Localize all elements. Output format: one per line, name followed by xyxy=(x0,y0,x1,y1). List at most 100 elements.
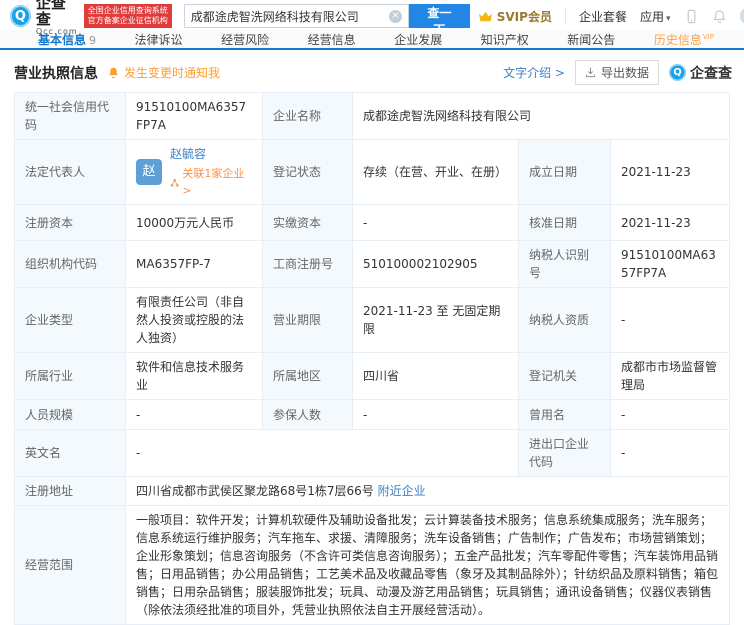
chevron-down-icon: ▾ xyxy=(665,13,671,24)
taxpayer-id-label: 纳税人识别号 xyxy=(518,240,611,288)
biz-scope-value: 一般项目：软件开发；计算机软硬件及辅助设备批发；云计算装备技术服务；信息系统集成… xyxy=(125,505,730,625)
top-nav: SVIP会员 企业套餐 应用 ▾ xyxy=(478,7,744,25)
reg-capital-value: 10000万元人民币 xyxy=(125,204,263,241)
reg-address-label: 注册地址 xyxy=(14,476,126,506)
former-name-label: 曾用名 xyxy=(518,399,611,430)
tab-label: 企业发展 xyxy=(394,32,443,47)
taxpayer-qual-value: - xyxy=(610,287,730,353)
tab-history-info[interactable]: 历史信息VIP xyxy=(654,31,714,48)
table-row: 组织机构代码 MA6357FP-7 工商注册号 510100002102905 … xyxy=(14,240,730,288)
table-row: 统一社会信用代码 91510100MA6357FP7A 企业名称 成都途虎智洗网… xyxy=(14,92,730,140)
legal-rep-cell: 赵 赵毓容 关联1家企业 > xyxy=(125,139,263,205)
import-export-code-label: 进出口企业代码 xyxy=(518,429,611,477)
reg-address-value: 四川省成都市武侯区聚龙路68号1栋7层66号 xyxy=(136,484,374,498)
legal-rep-label: 法定代表人 xyxy=(14,139,126,205)
paid-capital-label: 实缴资本 xyxy=(262,204,353,241)
qcc-logo-icon: Q xyxy=(10,5,31,27)
reg-address-cell: 四川省成都市武侯区聚龙路68号1栋7层66号 附近企业 xyxy=(125,476,730,506)
table-row: 法定代表人 赵 赵毓容 关联1家企业 > 登记状态 存续（在营、开业、在册） 成… xyxy=(14,139,730,205)
link-network-icon xyxy=(170,178,179,187)
tab-label: 法律诉讼 xyxy=(134,32,183,47)
tab-label: 经营风险 xyxy=(221,32,270,47)
qcc-watermark-text: 企查查 xyxy=(690,65,732,82)
credit-code-value: 91510100MA6357FP7A xyxy=(125,92,263,140)
english-name-label: 英文名 xyxy=(14,429,126,477)
svip-label: SVIP会员 xyxy=(496,9,552,24)
table-row: 注册地址 四川省成都市武侯区聚龙路68号1栋7层66号 附近企业 xyxy=(14,476,730,506)
business-license-table: 统一社会信用代码 91510100MA6357FP7A 企业名称 成都途虎智洗网… xyxy=(14,92,730,625)
tab-company-development[interactable]: 企业发展 xyxy=(394,31,442,48)
table-row: 企业类型 有限责任公司（非自然人投资或控股的法人独资） 营业期限 2021-11… xyxy=(14,287,730,353)
table-row: 人员规模 - 参保人数 - 曾用名 - xyxy=(14,399,730,430)
apps-menu[interactable]: 应用 ▾ xyxy=(640,8,671,25)
search-box[interactable]: × xyxy=(183,4,409,28)
nav-divider xyxy=(564,9,566,23)
tab-label: 新闻公告 xyxy=(567,32,616,47)
search-button[interactable]: 查一下 xyxy=(408,4,470,37)
legal-rep-name-link[interactable]: 赵毓容 xyxy=(170,147,206,161)
tab-news-announcements[interactable]: 新闻公告 xyxy=(567,31,615,48)
company-name-value: 成都途虎智洗网络科技有限公司 xyxy=(352,92,730,140)
tab-label: 基本信息 xyxy=(38,32,87,47)
bell-icon[interactable] xyxy=(712,9,727,24)
tab-label: 知识产权 xyxy=(480,32,529,47)
industry-label: 所属行业 xyxy=(14,352,126,400)
notify-label: 发生变更时通知我 xyxy=(124,66,221,80)
nearby-companies-link[interactable]: 附近企业 xyxy=(378,484,426,498)
qcc-watermark: Q 企查查 xyxy=(669,63,732,83)
tab-operation-risk[interactable]: 经营风险 xyxy=(221,31,269,48)
svip-link[interactable]: SVIP会员 xyxy=(478,8,552,25)
staff-size-value: - xyxy=(125,399,263,430)
vip-tag: VIP xyxy=(702,32,714,41)
import-export-code-value: - xyxy=(610,429,730,477)
biz-reg-no-label: 工商注册号 xyxy=(262,240,353,288)
table-row: 经营范围 一般项目：软件开发；计算机软硬件及辅助设备批发；云计算装备技术服务；信… xyxy=(14,505,730,625)
tab-label: 历史信息 xyxy=(653,32,702,47)
approval-date-value: 2021-11-23 xyxy=(610,204,730,241)
search-area: × 查一下 xyxy=(183,4,470,37)
company-type-value: 有限责任公司（非自然人投资或控股的法人独资） xyxy=(125,287,263,353)
tab-legal-litigation[interactable]: 法律诉讼 xyxy=(135,31,183,48)
table-row: 英文名 - 进出口企业代码 - xyxy=(14,429,730,477)
org-code-label: 组织机构代码 xyxy=(14,240,126,288)
staff-size-label: 人员规模 xyxy=(14,399,126,430)
tab-operation-info[interactable]: 经营信息 xyxy=(308,31,356,48)
reg-capital-label: 注册资本 xyxy=(14,204,126,241)
credential-badge: 全国企业信用查询系统 官方备案企业征信机构 xyxy=(83,4,172,28)
export-data-button[interactable]: 导出数据 xyxy=(574,60,659,85)
text-intro-link[interactable]: 文字介绍 > xyxy=(503,64,565,81)
english-name-value: - xyxy=(125,429,519,477)
paid-capital-value: - xyxy=(352,204,519,241)
insured-count-label: 参保人数 xyxy=(262,399,353,430)
section-title: 营业执照信息 xyxy=(14,65,98,82)
tab-label: 经营信息 xyxy=(307,32,356,47)
logo-name: 企查查 xyxy=(35,0,66,28)
badge-line2: 官方备案企业征信机构 xyxy=(87,16,168,25)
license-section-header: 营业执照信息 发生变更时通知我 文字介绍 > 导出数据 Q 企查查 xyxy=(0,50,744,92)
credit-code-label: 统一社会信用代码 xyxy=(14,92,126,140)
clear-icon[interactable]: × xyxy=(388,9,402,23)
table-row: 注册资本 10000万元人民币 实缴资本 - 核准日期 2021-11-23 xyxy=(14,204,730,241)
insured-count-value: - xyxy=(352,399,519,430)
biz-term-label: 营业期限 xyxy=(262,287,353,353)
reg-authority-value: 成都市市场监督管理局 xyxy=(610,352,730,400)
company-type-label: 企业类型 xyxy=(14,287,126,353)
biz-reg-no-value: 510100002102905 xyxy=(352,240,519,288)
tab-basic-info[interactable]: 基本信息 9 xyxy=(38,31,96,48)
user-avatar[interactable] xyxy=(739,7,744,25)
change-notify-link[interactable]: 发生变更时通知我 xyxy=(107,64,220,81)
org-code-value: MA6357FP-7 xyxy=(125,240,263,288)
industry-value: 软件和信息技术服务业 xyxy=(125,352,263,400)
approval-date-label: 核准日期 xyxy=(518,204,611,241)
tab-intellectual-property[interactable]: 知识产权 xyxy=(481,31,529,48)
enterprise-package-link[interactable]: 企业套餐 xyxy=(579,8,627,25)
download-icon xyxy=(585,67,596,78)
mobile-icon[interactable] xyxy=(684,9,699,24)
legal-rep-avatar[interactable]: 赵 xyxy=(136,159,162,185)
taxpayer-id-value: 91510100MA6357FP7A xyxy=(610,240,730,288)
apps-label: 应用 xyxy=(639,9,664,24)
table-row: 所属行业 软件和信息技术服务业 所属地区 四川省 登记机关 成都市市场监督管理局 xyxy=(14,352,730,400)
related-companies-link[interactable]: 关联1家企业 > xyxy=(170,166,252,199)
search-input[interactable] xyxy=(190,9,389,23)
reg-status-label: 登记状态 xyxy=(262,139,353,205)
